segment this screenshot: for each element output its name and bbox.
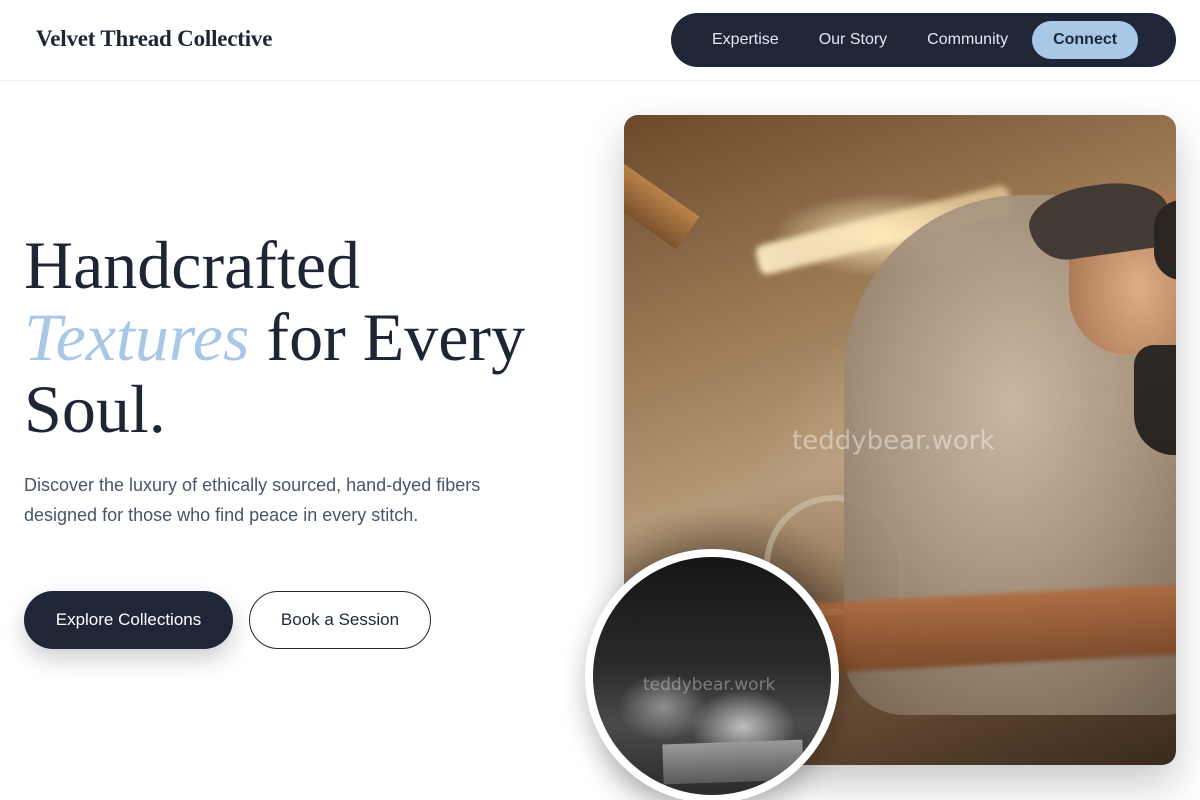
photo-wood-block (662, 739, 804, 785)
headline-line-2-rest: for Every (249, 299, 526, 375)
connect-button[interactable]: Connect (1032, 21, 1139, 59)
main-nav: Expertise Our Story Community Connect (671, 13, 1176, 67)
nav-link-expertise[interactable]: Expertise (692, 21, 799, 59)
site-header: Velvet Thread Collective Expertise Our S… (0, 0, 1200, 81)
hands-detail-photo: teddybear.work (585, 549, 839, 800)
headline-line-3: Soul. (24, 371, 166, 447)
brand-logo-text[interactable]: Velvet Thread Collective (36, 26, 272, 52)
book-session-button[interactable]: Book a Session (249, 591, 431, 649)
photo-watermark: teddybear.work (792, 426, 995, 456)
inset-photo-watermark: teddybear.work (643, 675, 776, 695)
hero-description: Discover the luxury of ethically sourced… (24, 475, 481, 525)
photo-neck-scarf (1134, 345, 1176, 455)
headline-line-1: Handcrafted (24, 227, 361, 303)
headline-accent-word: Textures (24, 299, 250, 375)
explore-collections-button[interactable]: Explore Collections (24, 591, 233, 649)
nav-link-community[interactable]: Community (907, 21, 1028, 59)
hero-headline: Handcrafted Textures for Every Soul. (24, 229, 604, 445)
photo-ceiling-beam (624, 147, 700, 250)
nav-link-our-story[interactable]: Our Story (799, 21, 907, 59)
